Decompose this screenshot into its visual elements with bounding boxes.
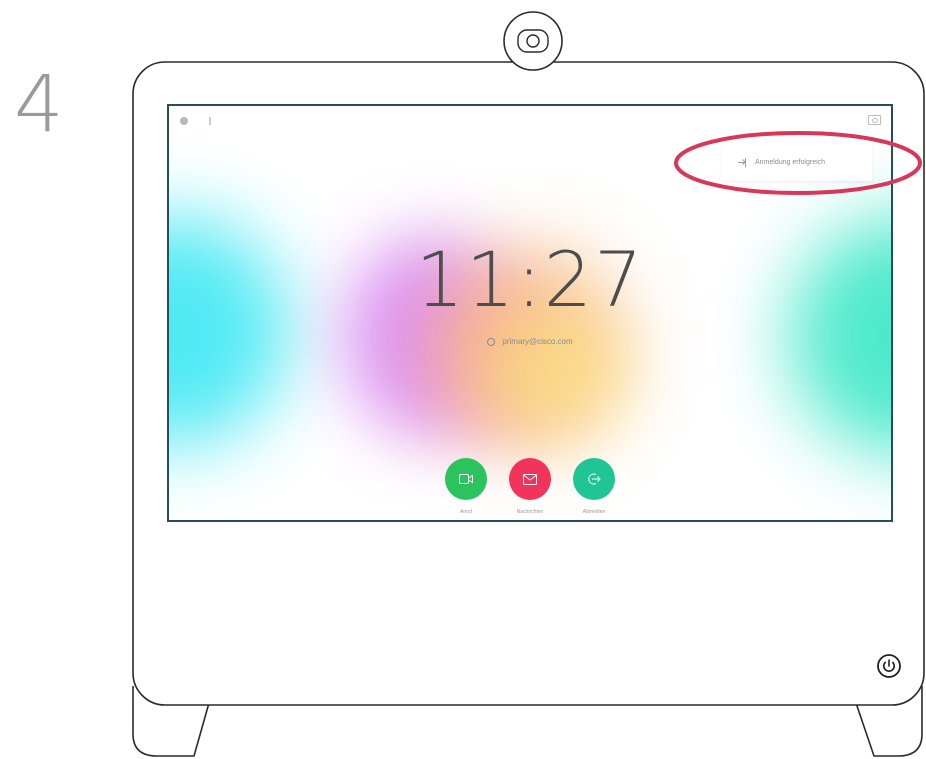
action-bar: Anruf Nachrichten Abmelden — [169, 458, 891, 515]
power-button[interactable] — [876, 653, 902, 679]
background-glow — [484, 306, 624, 436]
messages-button-circle[interactable] — [509, 458, 551, 500]
sip-address-text: primary@cisco.com — [502, 337, 573, 346]
sip-icon — [487, 337, 496, 346]
sign-out-icon — [588, 473, 601, 485]
sip-address: primary@cisco.com — [169, 337, 891, 346]
camera-icon — [517, 29, 549, 53]
sign-out-button[interactable]: Abmelden — [573, 458, 615, 515]
mail-icon — [523, 473, 537, 485]
highlight-ellipse — [674, 131, 922, 195]
status-divider — [209, 117, 211, 125]
messages-label: Nachrichten — [516, 509, 544, 515]
clock: 11:27 — [415, 235, 645, 324]
video-camera-icon — [459, 474, 473, 484]
call-button[interactable]: Anruf — [445, 458, 487, 515]
self-view-icon[interactable] — [868, 115, 881, 125]
sign-out-button-circle[interactable] — [573, 458, 615, 500]
call-label: Anruf — [460, 509, 472, 515]
sign-out-label: Abmelden — [582, 509, 606, 515]
status-indicator-icon[interactable] — [180, 117, 188, 125]
power-icon — [877, 654, 901, 678]
call-button-circle[interactable] — [445, 458, 487, 500]
messages-button[interactable]: Nachrichten — [509, 458, 551, 515]
